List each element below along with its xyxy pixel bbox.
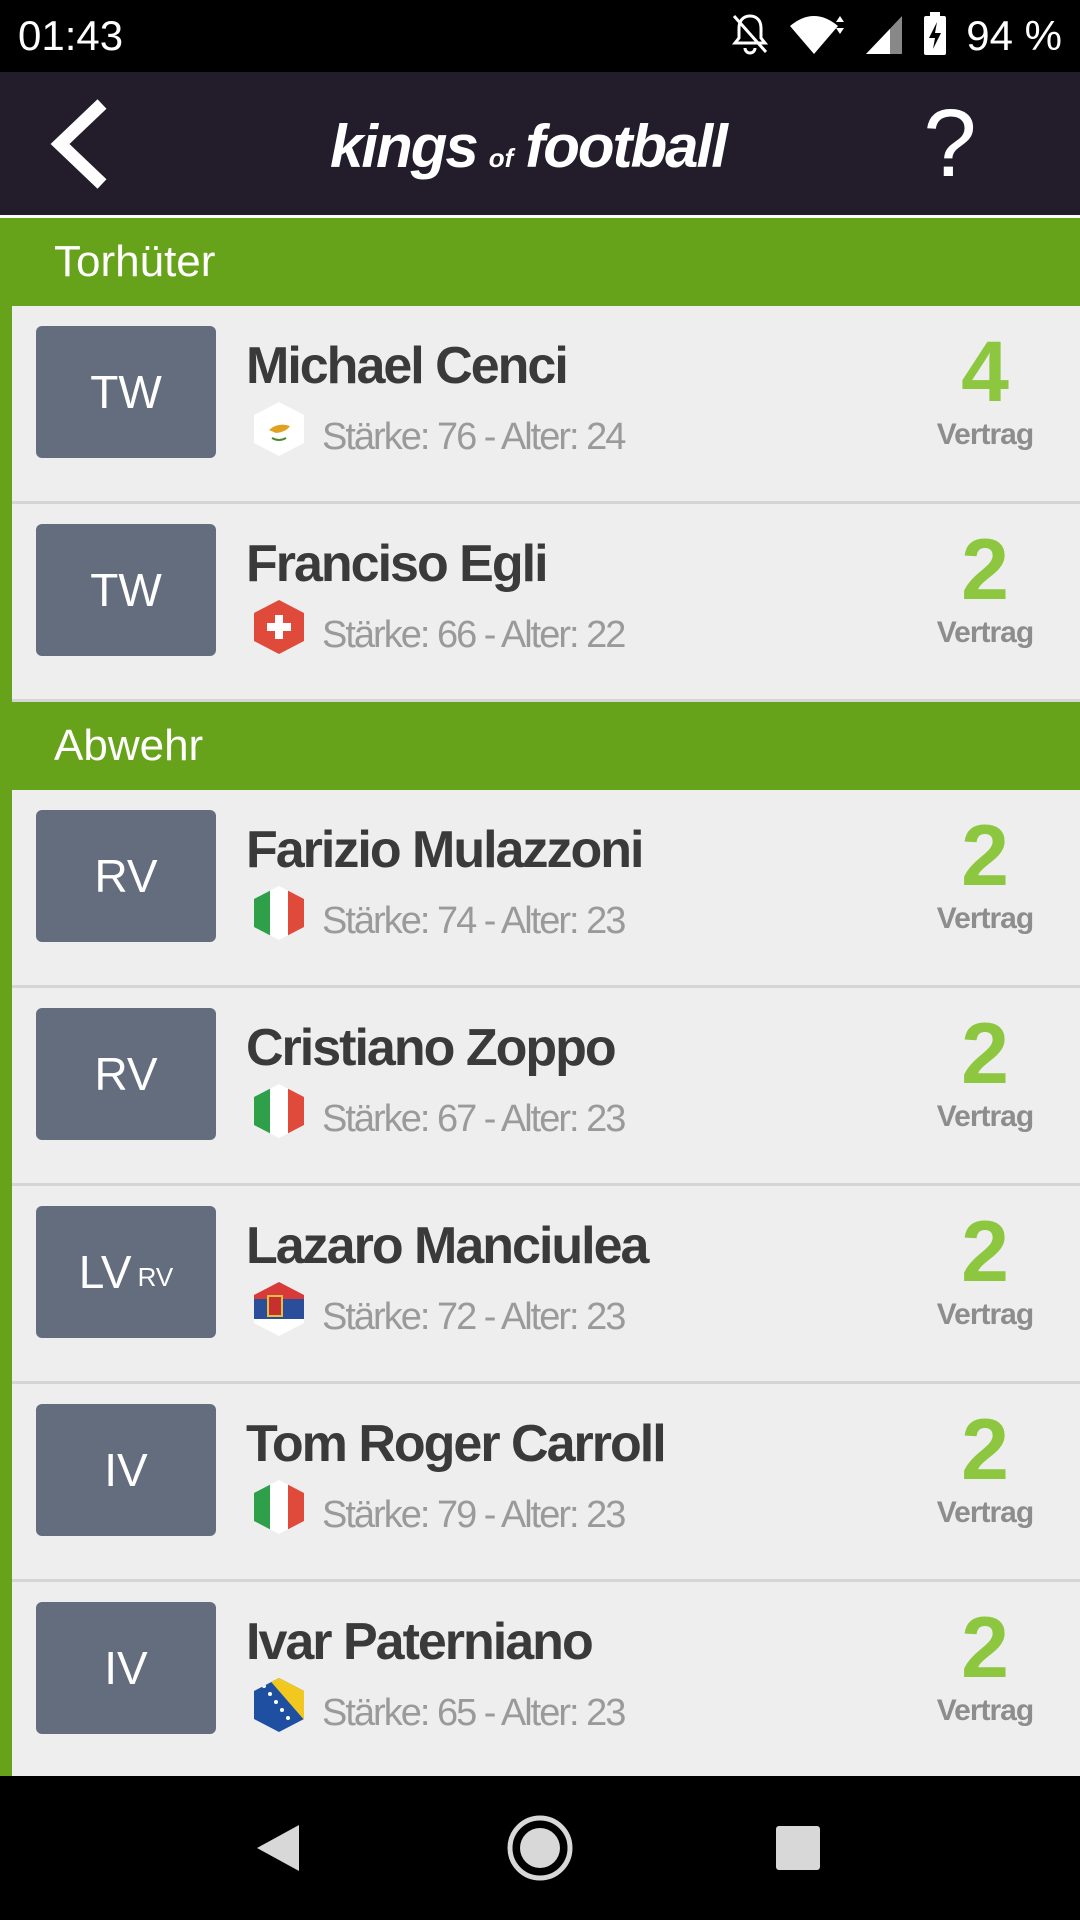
contract-info: 2 Vertrag — [930, 1600, 1040, 1726]
battery-percent: 94 % — [966, 12, 1062, 59]
wifi-icon — [788, 12, 846, 61]
contract-info: 2 Vertrag — [930, 1204, 1040, 1330]
player-stats: Stärke: 67 - Alter: 23 — [322, 1098, 626, 1140]
player-row[interactable]: RV Farizio Mulazzoni Stärke: 74 - Alter:… — [12, 790, 1080, 988]
switzerland-flag — [252, 598, 306, 656]
player-name: Tom Roger Carroll — [246, 1415, 667, 1473]
system-nav-bar — [0, 1776, 1080, 1920]
contract-info: 2 Vertrag — [930, 1006, 1040, 1132]
section-header: Torhüter — [0, 218, 1080, 306]
player-name: Cristiano Zoppo — [246, 1019, 617, 1077]
player-row[interactable]: TW Franciso Egli Stärke: 66 - Alter: 22 … — [12, 504, 1080, 702]
app-logo: kings of football — [330, 112, 728, 182]
position-badge: IV — [36, 1602, 216, 1734]
circle-home-icon — [507, 1815, 573, 1881]
contract-years: 2 — [961, 808, 1009, 904]
contract-years: 2 — [961, 522, 1009, 618]
status-icons: 94 % — [730, 10, 1062, 62]
help-button[interactable]: ? — [910, 94, 990, 194]
app-header: kings of football ? — [0, 72, 1080, 215]
player-name: Franciso Egli — [246, 535, 549, 593]
nav-home-button[interactable] — [500, 1808, 580, 1888]
player-name: Lazaro Manciulea — [246, 1217, 649, 1275]
player-row[interactable]: RV Cristiano Zoppo Stärke: 67 - Alter: 2… — [12, 988, 1080, 1186]
logo-of: of — [488, 143, 514, 173]
position-badge: LV RV — [36, 1206, 216, 1338]
cell-signal-icon — [864, 12, 904, 61]
position-primary: RV — [94, 1048, 158, 1100]
player-name: Ivar Paterniano — [246, 1613, 594, 1671]
position-badge: IV — [36, 1404, 216, 1536]
player-stats: Stärke: 79 - Alter: 23 — [322, 1494, 626, 1536]
left-accent-rail — [0, 218, 12, 1776]
nav-recents-button[interactable] — [758, 1808, 838, 1888]
sections-container: Torhüter TW Michael Cenci Stärke: 76 - A… — [0, 218, 1080, 1776]
player-stats: Stärke: 65 - Alter: 23 — [322, 1692, 626, 1734]
contract-label: Vertrag — [936, 1496, 1034, 1529]
player-row[interactable]: IV Tom Roger Carroll Stärke: 79 - Alter:… — [12, 1384, 1080, 1582]
contract-info: 2 Vertrag — [930, 808, 1040, 934]
bosnia-flag — [252, 1676, 306, 1734]
contract-years: 2 — [961, 1006, 1009, 1102]
status-bar: 01:43 94 % — [0, 0, 1080, 72]
position-badge: TW — [36, 524, 216, 656]
player-stats: Stärke: 72 - Alter: 23 — [322, 1296, 626, 1338]
cyprus-flag — [252, 400, 306, 458]
contract-label: Vertrag — [936, 1298, 1034, 1331]
italy-flag — [252, 884, 306, 942]
player-stats: Stärke: 74 - Alter: 23 — [322, 900, 626, 942]
italy-flag — [252, 1082, 306, 1140]
square-recents-icon — [776, 1826, 820, 1870]
player-name: Michael Cenci — [246, 337, 569, 395]
player-row[interactable]: IV Ivar Paterniano Stärke: 65 - Alter: 2… — [12, 1582, 1080, 1776]
section-header: Abwehr — [0, 702, 1080, 790]
contract-label: Vertrag — [936, 902, 1034, 935]
status-time: 01:43 — [18, 12, 124, 59]
squad-list[interactable]: Torhüter TW Michael Cenci Stärke: 76 - A… — [0, 218, 1080, 1776]
position-primary: TW — [90, 366, 162, 418]
battery-charging-icon — [922, 11, 948, 62]
contract-years: 2 — [961, 1204, 1009, 1300]
contract-label: Vertrag — [936, 1694, 1034, 1727]
logo-kings: kings — [330, 113, 479, 180]
player-stats: Stärke: 66 - Alter: 22 — [322, 614, 626, 656]
contract-label: Vertrag — [936, 616, 1034, 649]
player-row[interactable]: TW Michael Cenci Stärke: 76 - Alter: 24 … — [12, 306, 1080, 504]
contract-info: 2 Vertrag — [930, 522, 1040, 648]
position-primary: IV — [104, 1642, 148, 1694]
back-button[interactable] — [30, 92, 130, 196]
contract-info: 2 Vertrag — [930, 1402, 1040, 1528]
serbia-flag — [252, 1280, 306, 1338]
position-primary: RV — [94, 850, 158, 902]
contract-label: Vertrag — [936, 418, 1034, 451]
contract-years: 4 — [961, 324, 1009, 420]
triangle-back-icon — [257, 1825, 299, 1871]
logo-football: football — [525, 113, 728, 180]
position-badge: RV — [36, 1008, 216, 1140]
position-badge: RV — [36, 810, 216, 942]
contract-years: 2 — [961, 1402, 1009, 1498]
position-secondary: RV — [137, 1261, 174, 1292]
position-primary: TW — [90, 564, 162, 616]
player-row[interactable]: LV RV Lazaro Manciulea Stärke: 72 - Alte… — [12, 1186, 1080, 1384]
notifications-off-icon — [730, 12, 770, 61]
position-primary: IV — [104, 1444, 148, 1496]
chevron-left-icon — [50, 99, 107, 189]
contract-info: 4 Vertrag — [930, 324, 1040, 450]
position-badge: TW — [36, 326, 216, 458]
player-name: Farizio Mulazzoni — [246, 821, 644, 879]
player-stats: Stärke: 76 - Alter: 24 — [322, 416, 626, 458]
nav-back-button[interactable] — [238, 1808, 318, 1888]
contract-label: Vertrag — [936, 1100, 1034, 1133]
position-primary: LV — [78, 1246, 132, 1298]
italy-flag — [252, 1478, 306, 1536]
contract-years: 2 — [961, 1600, 1009, 1696]
